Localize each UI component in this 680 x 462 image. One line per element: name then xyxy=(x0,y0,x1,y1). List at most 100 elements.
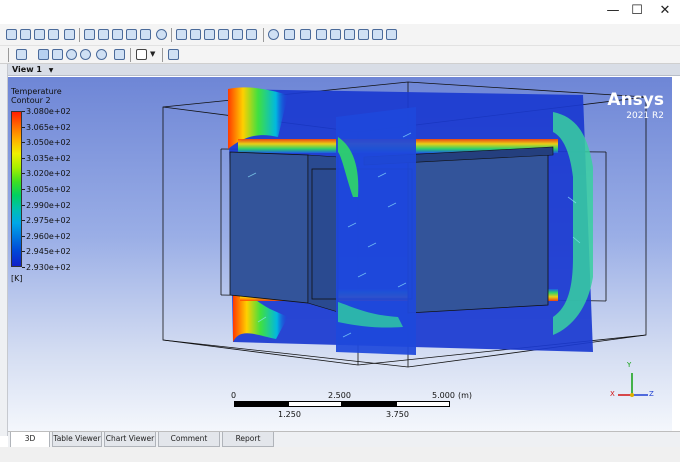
tab-chart-viewer[interactable]: Chart Viewer xyxy=(104,432,156,447)
tab-report-viewer[interactable]: Report Viewer xyxy=(222,432,274,457)
scale-label-2500: 2.500 xyxy=(328,391,351,400)
legend-value: 3.005e+02 xyxy=(26,185,71,194)
vector-icon[interactable] xyxy=(84,29,95,40)
legend-tick xyxy=(22,111,25,112)
viewport-header[interactable]: View 1 ▼ xyxy=(8,64,680,76)
close-button[interactable]: ✕ xyxy=(652,2,678,20)
select-icon[interactable] xyxy=(16,49,27,60)
tab-table-viewer[interactable]: Table Viewer xyxy=(52,432,102,447)
legend-tick xyxy=(22,235,25,237)
legend-tick xyxy=(22,251,25,253)
rotate-icon[interactable] xyxy=(38,49,49,60)
chart-icon[interactable] xyxy=(204,29,215,40)
zoom-icon[interactable] xyxy=(66,49,77,60)
3d-viewport[interactable]: Temperature Contour 2 3.080e+02 3.065e+02… xyxy=(8,77,672,431)
print-icon[interactable] xyxy=(372,29,383,40)
variables-icon[interactable] xyxy=(6,29,17,40)
sphere-icon[interactable] xyxy=(156,29,167,40)
scale-label-5000: 5.000 xyxy=(432,391,455,400)
legend-unit: [K] xyxy=(11,274,23,283)
legend-title: Temperature xyxy=(11,87,62,96)
main-toolbar xyxy=(0,24,680,46)
viewer-tabs: 3D ViewerTable ViewerChart ViewerComment… xyxy=(8,431,680,457)
ansys-brand: Ansys 2021 R2 xyxy=(607,91,664,122)
sync-view-icon[interactable] xyxy=(168,49,179,60)
report-icon[interactable] xyxy=(358,29,369,40)
core-block-front xyxy=(307,154,339,313)
plane-icon[interactable] xyxy=(34,29,45,40)
macro-icon[interactable] xyxy=(344,29,355,40)
status-strip xyxy=(0,447,680,462)
axis-x-label: X xyxy=(610,390,615,398)
core-block-right xyxy=(407,154,549,314)
toolbar-separator xyxy=(162,48,163,62)
axis-y-label: Y xyxy=(627,361,632,369)
legend-subtitle: Contour 2 xyxy=(11,96,51,105)
contour-scene xyxy=(162,81,648,397)
window-title-bar: — ☐ ✕ xyxy=(0,0,680,24)
animation-icon[interactable] xyxy=(284,29,295,40)
scale-segment-4 xyxy=(396,401,450,407)
legend-tick xyxy=(22,157,25,159)
legend-value: 2.975e+02 xyxy=(26,216,71,226)
brand-version: 2021 R2 xyxy=(626,111,664,121)
maximize-button[interactable]: ☐ xyxy=(624,2,650,20)
calculator-icon[interactable] xyxy=(330,29,341,40)
legend-value: 2.930e+02 xyxy=(26,263,71,272)
table-icon[interactable] xyxy=(190,29,201,40)
viewport-title: View 1 xyxy=(12,65,42,74)
scale-label-3750: 3.750 xyxy=(386,410,409,419)
viewport-layout-icon[interactable] xyxy=(136,49,147,60)
scale-segment-1 xyxy=(234,401,288,407)
volume-render-icon[interactable] xyxy=(140,29,151,40)
legend-tick xyxy=(22,267,25,268)
legend-tick xyxy=(22,220,25,222)
scale-label-0: 0 xyxy=(231,391,237,400)
particle-track-icon[interactable] xyxy=(126,29,137,40)
legend-value: 2.945e+02 xyxy=(26,247,71,257)
volume-icon[interactable] xyxy=(48,29,59,40)
legend-icon[interactable] xyxy=(246,29,257,40)
surface-icon[interactable] xyxy=(64,29,75,40)
zoom-box-icon[interactable] xyxy=(80,49,91,60)
brand-name: Ansys xyxy=(607,90,664,110)
legend-value: 3.065e+02 xyxy=(26,122,71,132)
viewer-toolbar: ▼ xyxy=(0,46,680,64)
left-panel-edge[interactable] xyxy=(0,64,8,436)
legend-tick xyxy=(22,189,25,190)
scale-segment-3 xyxy=(342,401,396,407)
legend-tick xyxy=(22,142,25,144)
legend-value: 3.035e+02 xyxy=(26,153,71,163)
chevron-down-icon[interactable]: ▼ xyxy=(150,50,155,58)
legend-tick xyxy=(22,204,25,206)
color-legend-bar xyxy=(11,111,22,267)
legend-tick xyxy=(22,173,25,175)
location-icon[interactable] xyxy=(20,29,31,40)
zoom-fit-icon[interactable] xyxy=(96,49,107,60)
toolbar-separator xyxy=(79,28,80,42)
text-icon[interactable] xyxy=(232,29,243,40)
tab-comment-viewer[interactable]: Comment Viewer xyxy=(158,432,220,457)
legend-value: 3.080e+02 xyxy=(26,107,71,116)
clock-icon[interactable] xyxy=(268,29,279,40)
legend-value: 2.990e+02 xyxy=(26,200,71,210)
minimize-button[interactable]: — xyxy=(600,2,626,20)
camera-icon[interactable] xyxy=(300,29,311,40)
core-block-left xyxy=(229,151,309,304)
tab-3d-viewer[interactable]: 3D Viewer xyxy=(10,432,50,457)
fit-view-icon[interactable] xyxy=(114,49,125,60)
chevron-down-icon[interactable]: ▼ xyxy=(49,67,54,74)
probe-icon[interactable] xyxy=(316,29,327,40)
streamline-icon[interactable] xyxy=(112,29,123,40)
legend-value: 2.960e+02 xyxy=(26,231,71,241)
pan-icon[interactable] xyxy=(52,49,63,60)
contour-icon[interactable] xyxy=(98,29,109,40)
legend-value: 3.020e+02 xyxy=(26,169,71,179)
scale-label-1250: 1.250 xyxy=(278,410,301,419)
legend-value: 3.050e+02 xyxy=(26,138,71,148)
scale-unit: (m) xyxy=(458,391,473,400)
expression-icon[interactable] xyxy=(176,29,187,40)
comment-icon[interactable] xyxy=(218,29,229,40)
toolbar-separator xyxy=(171,28,172,42)
console-icon[interactable] xyxy=(386,29,397,40)
